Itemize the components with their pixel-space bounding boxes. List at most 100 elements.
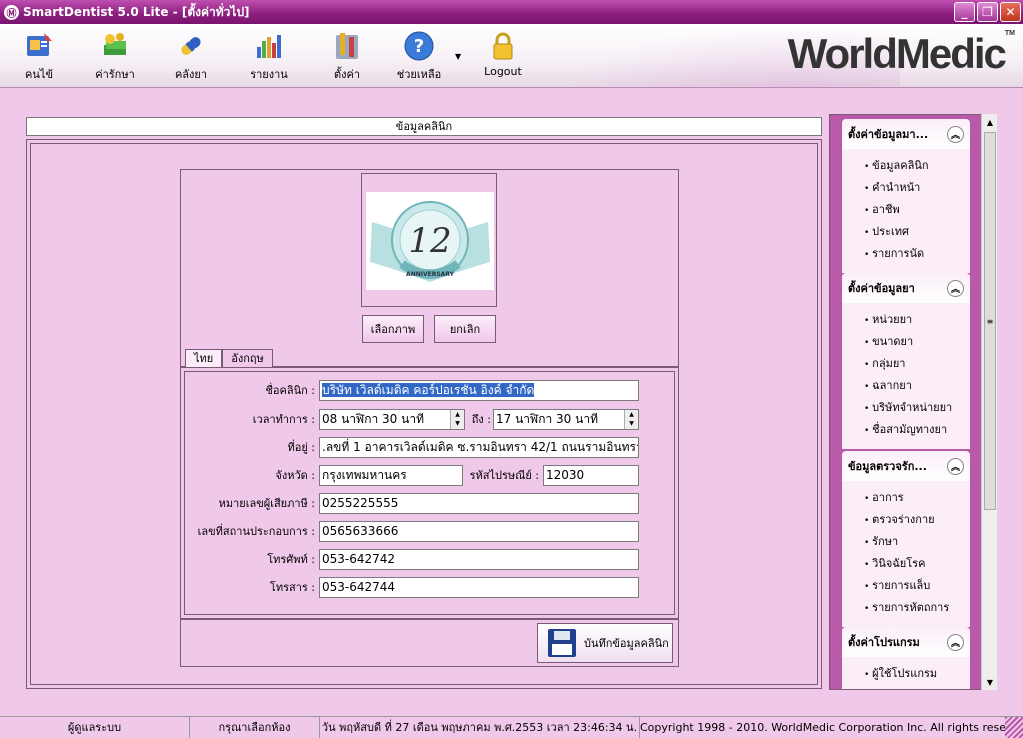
tax-id-input[interactable]: 0255225555: [319, 493, 639, 514]
scroll-up-icon[interactable]: ▲: [982, 114, 998, 130]
window-title: SmartDentist 5.0 Lite - [ตั้งค่าทั่วไป]: [23, 4, 250, 19]
sidebar-item-occupation[interactable]: อาชีพ: [864, 199, 970, 221]
toolbar: คนไข้ ค่ารักษา คลังยา รายงาน ตั้งค่า ? ช…: [0, 24, 1023, 88]
toolbar-logout-button[interactable]: Logout: [472, 30, 534, 78]
money-icon: [99, 30, 131, 62]
photo-section: 12 ANNIVERSARY เลือกภาพ ยกเลิก: [180, 169, 679, 367]
sidebar-item-country[interactable]: ประเทศ: [864, 221, 970, 243]
sidebar-group-drug: ตั้งค่าข้อมูลยา︽ หน่วยยา ขนาดยา กลุ่มยา …: [842, 273, 970, 449]
sidebar-item-procedure[interactable]: รายการหัตถการ: [864, 597, 970, 619]
svg-text:?: ?: [414, 36, 424, 57]
status-bar: ผู้ดูแลระบบ กรุณาเลือกห้อง วัน พฤหัสบดี …: [0, 716, 1023, 738]
toolbar-patient-button[interactable]: คนไข้: [8, 30, 70, 83]
address-input[interactable]: .ลขที่ 1 อาคารเวิลด์เมดิค ซ.รามอินทรา 42…: [319, 437, 639, 458]
scroll-down-icon[interactable]: ▼: [982, 674, 998, 690]
resize-grip-icon[interactable]: [1005, 717, 1023, 738]
toolbar-report-button[interactable]: รายงาน: [238, 30, 300, 83]
sidebar-item-program-users[interactable]: ผู้ใช้โปรแกรม: [864, 663, 970, 685]
business-id-label: เลขที่สถานประกอบการ :: [197, 525, 315, 538]
sidebar-scrollbar[interactable]: ▲ ≡ ▼: [981, 114, 997, 690]
phone-input[interactable]: 053-642742: [319, 549, 639, 570]
sidebar-item-symptom[interactable]: อาการ: [864, 487, 970, 509]
toolbar-pharmacy-label: คลังยา: [174, 68, 208, 81]
tax-id-label: หมายเลขผู้เสียภาษี :: [218, 497, 315, 510]
sidebar-item-physical-exam[interactable]: ตรวจร่างกาย: [864, 509, 970, 531]
toolbar-patient-label: คนไข้: [25, 68, 53, 81]
lock-icon: [487, 30, 519, 62]
minimize-button[interactable]: _: [954, 2, 975, 22]
cancel-image-button[interactable]: ยกเลิก: [434, 315, 496, 343]
sidebar-item-drug-unit[interactable]: หน่วยยา: [864, 309, 970, 331]
close-button[interactable]: ✕: [1000, 2, 1021, 22]
worldmedic-logo: WorldMedicTM: [787, 30, 1015, 77]
zip-input[interactable]: 12030: [543, 465, 639, 486]
toolbar-help-label: ช่วยเหลือ: [396, 68, 442, 81]
status-user: ผู้ดูแลระบบ: [0, 717, 190, 738]
hours-to-spinner[interactable]: ▲ ▼: [624, 410, 638, 429]
status-datetime: วัน พฤหัสบดี ที่ 27 เดือน พฤษภาคม พ.ศ.25…: [320, 717, 640, 738]
sidebar-item-generic-name[interactable]: ชื่อสามัญทางยา: [864, 419, 970, 441]
collapse-icon[interactable]: ︽: [947, 279, 964, 297]
sidebar-item-treatment[interactable]: รักษา: [864, 531, 970, 553]
sidebar-group-header[interactable]: ตั้งค่าโปรแกรม ︽: [842, 627, 970, 657]
clinic-logo-image: 12 ANNIVERSARY: [366, 192, 494, 290]
toolbar-fees-label: ค่ารักษา: [95, 68, 135, 81]
toolbar-settings-label: ตั้งค่า: [333, 68, 361, 81]
collapse-icon[interactable]: ︽: [947, 457, 964, 475]
business-id-input[interactable]: 0565633666: [319, 521, 639, 542]
settings-sidebar: ตั้งค่าข้อมูลมา...︽ ข้อมูลคลินิก คำนำหน้…: [829, 114, 997, 690]
sidebar-item-diagnosis[interactable]: วินิจฉัยโรค: [864, 553, 970, 575]
sidebar-item-prefix[interactable]: คำนำหน้า: [864, 177, 970, 199]
sidebar-item-drug-size[interactable]: ขนาดยา: [864, 331, 970, 353]
sidebar-item-clinic-info[interactable]: ข้อมูลคลินิก: [864, 155, 970, 177]
pill-icon: [175, 30, 207, 62]
photo-frame: 12 ANNIVERSARY: [361, 173, 497, 307]
toolbar-settings-button[interactable]: ตั้งค่า: [316, 30, 378, 83]
collapse-icon[interactable]: ︽: [947, 633, 964, 651]
sidebar-group-master: ตั้งค่าข้อมูลมา...︽ ข้อมูลคลินิก คำนำหน้…: [842, 119, 970, 273]
sidebar-item-drug-label[interactable]: ฉลากยา: [864, 375, 970, 397]
toolbar-fees-button[interactable]: ค่ารักษา: [84, 30, 146, 83]
address-label: ที่อยู่ :: [287, 441, 315, 454]
language-tabs: ไทย อังกฤษ: [185, 349, 273, 368]
sidebar-group-header[interactable]: ตั้งค่าข้อมูลมา... ︽: [842, 119, 970, 149]
status-room: กรุณาเลือกห้อง: [190, 717, 320, 738]
tools-icon: [331, 30, 363, 62]
tab-thai[interactable]: ไทย: [185, 349, 223, 368]
patient-card-icon: [23, 30, 55, 62]
sidebar-group-header[interactable]: ตั้งค่าข้อมูลยา ︽: [842, 273, 970, 303]
hours-to-label: ถึง :: [471, 413, 491, 426]
phone-label: โทรศัพท์ :: [267, 553, 315, 566]
page-title: ข้อมูลคลินิก: [26, 117, 822, 136]
toolbar-report-label: รายงาน: [250, 68, 288, 81]
floppy-disk-icon: [548, 629, 576, 657]
collapse-icon[interactable]: ︽: [947, 125, 964, 143]
clinic-form: ชื่อคลินิก : บริษัท เวิลด์เมดิค คอร์ปอเร…: [180, 367, 679, 619]
clinic-name-label: ชื่อคลินิก :: [265, 384, 315, 397]
sidebar-item-drug-group[interactable]: กลุ่มยา: [864, 353, 970, 375]
toolbar-logout-label: Logout: [484, 65, 522, 78]
toolbar-help-button[interactable]: ? ช่วยเหลือ: [388, 30, 450, 83]
save-section: บันทึกข้อมูลคลินิก: [180, 619, 679, 667]
sidebar-item-lab[interactable]: รายการแล็บ: [864, 575, 970, 597]
sidebar-group-program: ตั้งค่าโปรแกรม︽ ผู้ใช้โปรแกรม: [842, 627, 970, 689]
status-copyright: Copyright 1998 - 2010. WorldMedic Corpor…: [640, 721, 1005, 734]
help-dropdown-arrow-icon[interactable]: ▼: [455, 52, 461, 61]
hours-from-spinner[interactable]: ▲ ▼: [450, 410, 464, 429]
tab-english[interactable]: อังกฤษ: [222, 349, 273, 368]
scroll-thumb[interactable]: ≡: [984, 132, 996, 510]
province-label: จังหวัด :: [275, 469, 315, 482]
hours-from-input[interactable]: 08 นาฬิกา 30 นาที ▲ ▼: [319, 409, 465, 430]
pick-image-button[interactable]: เลือกภาพ: [362, 315, 424, 343]
hours-to-input[interactable]: 17 นาฬิกา 30 นาที ▲ ▼: [493, 409, 639, 430]
svg-text:ANNIVERSARY: ANNIVERSARY: [406, 271, 455, 278]
restore-button[interactable]: ❐: [977, 2, 998, 22]
toolbar-pharmacy-button[interactable]: คลังยา: [160, 30, 222, 83]
sidebar-item-appointment[interactable]: รายการนัด: [864, 243, 970, 265]
clinic-name-input[interactable]: บริษัท เวิลด์เมดิค คอร์ปอเรชั่น อิงค์ จำ…: [319, 380, 639, 401]
fax-input[interactable]: 053-642744: [319, 577, 639, 598]
save-clinic-button[interactable]: บันทึกข้อมูลคลินิก: [537, 623, 673, 663]
sidebar-item-drug-vendor[interactable]: บริษัทจำหน่ายยา: [864, 397, 970, 419]
province-input[interactable]: กรุงเทพมหานคร: [319, 465, 463, 486]
sidebar-group-header[interactable]: ข้อมูลตรวจรัก... ︽: [842, 451, 970, 481]
